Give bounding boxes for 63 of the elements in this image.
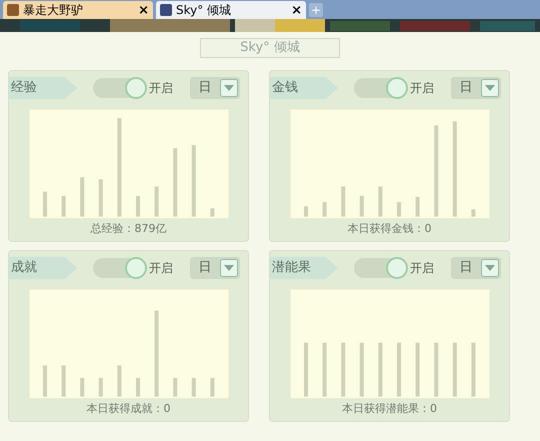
chart-bar [136, 378, 140, 396]
chart-bar [304, 342, 308, 396]
chart-bar [173, 148, 178, 216]
toggle-switch[interactable] [354, 258, 408, 278]
chart-bar [43, 365, 47, 396]
period-dropdown[interactable]: 日 [190, 76, 240, 99]
chart-bar [117, 365, 122, 396]
browser-tab[interactable]: Sky° 倾城 × [156, 1, 306, 19]
close-button[interactable]: × [138, 4, 149, 16]
chart-bar [80, 378, 84, 396]
chart-bar [173, 378, 178, 396]
chart-bar [452, 342, 457, 396]
chart-bar [43, 192, 47, 216]
chart-bar [154, 186, 159, 216]
chart-bar [471, 342, 476, 396]
toggle-switch[interactable] [93, 78, 147, 98]
toggle-label: 开启 [410, 260, 434, 277]
category-tag: 经验 [9, 76, 77, 99]
tab-label: Sky° 倾城 [176, 2, 232, 19]
toggle-switch[interactable] [354, 78, 408, 98]
toggle-switch[interactable] [93, 258, 147, 278]
chart-bar [360, 196, 364, 216]
period-dropdown[interactable]: 日 [190, 256, 240, 279]
chart-bar [341, 186, 346, 216]
chart-bar [192, 145, 196, 216]
chart-bar [378, 186, 382, 216]
chart-bar [322, 342, 327, 396]
summary-text: 本日获得潜能果：0 [342, 400, 437, 416]
period-dropdown[interactable]: 日 [451, 76, 501, 99]
chart-bar [210, 378, 214, 396]
chart-bar [98, 179, 103, 216]
browser-tab[interactable]: 暴走大野驴 × [3, 1, 153, 19]
toggle-label: 开启 [149, 80, 173, 97]
period-dropdown[interactable]: 日 [451, 256, 501, 279]
chart-bar [136, 196, 140, 216]
close-button[interactable]: × [291, 4, 302, 16]
summary-text: 本日获得金钱：0 [348, 220, 432, 236]
category-tag: 成就 [9, 256, 77, 279]
toggle-label: 开启 [149, 260, 173, 277]
chart-bar [304, 206, 308, 216]
chart-bar [471, 209, 476, 216]
summary-text: 本日获得成就：0 [86, 400, 170, 416]
chart-bar [98, 378, 103, 396]
chart-bar [416, 342, 420, 396]
chart-bar [322, 202, 327, 216]
chart-bar [62, 196, 66, 216]
chart-bar [434, 342, 438, 396]
tab-label: 暴走大野驴 [23, 2, 84, 19]
summary-text: 总经验：879亿 [90, 220, 166, 236]
toggle-label: 开启 [410, 80, 434, 97]
chart-bar [62, 365, 66, 396]
chart-bar [341, 342, 346, 396]
chart-bar [192, 378, 196, 396]
chart-bar [397, 342, 401, 396]
chart-bar [416, 196, 420, 216]
chart-bar [360, 342, 364, 396]
category-tag: 潜能果 [270, 256, 338, 279]
window-title: Sky° 倾城 [200, 38, 340, 58]
chart-bar [80, 177, 84, 216]
chart-bar [397, 202, 401, 216]
chart-bar [378, 342, 382, 396]
chart-bar [210, 208, 214, 216]
category-tag: 金钱 [270, 76, 338, 99]
